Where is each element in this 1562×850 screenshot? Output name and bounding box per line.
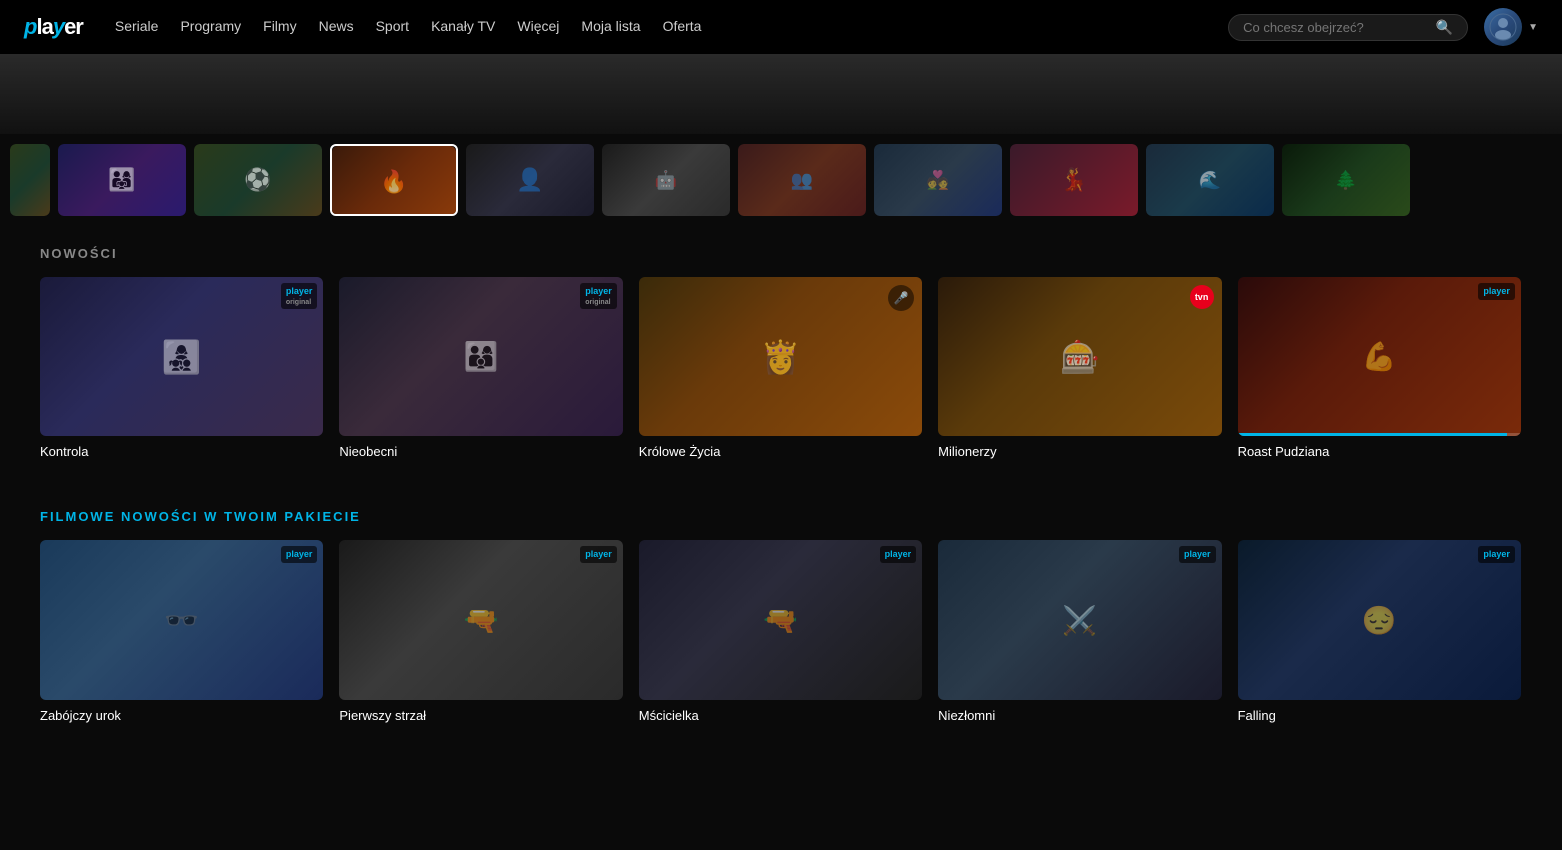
card-pierwszy-thumb: 🔫 player	[339, 540, 622, 699]
card-roast-thumb: 💪 player	[1238, 277, 1521, 436]
chevron-down-icon: ▼	[1528, 22, 1538, 33]
card-milionerzy[interactable]: 🎰 tvn Milionerzy	[938, 277, 1221, 459]
progress-bar	[1238, 433, 1507, 436]
card-falling-thumb: 😔 player	[1238, 540, 1521, 699]
nav-links: Seriale Programy Filmy News Sport Kanały…	[115, 18, 1228, 36]
thumbnail-7[interactable]: 💑	[874, 144, 1002, 216]
badge-player-film-2: player	[580, 546, 617, 563]
thumbnail-6[interactable]: 👥	[738, 144, 866, 216]
thumbnail-8[interactable]: 💃	[1010, 144, 1138, 216]
badge-player-film-5: player	[1478, 546, 1515, 563]
card-zabojczy-thumb: 🕶️ player	[40, 540, 323, 699]
badge-player-film-4: player	[1179, 546, 1216, 563]
card-kontrola[interactable]: 👩‍👧‍👦 player original Kontrola	[40, 277, 323, 459]
card-pierwszy-title: Pierwszy strzał	[339, 708, 622, 723]
card-niezlomni-thumb: ⚔️ player	[938, 540, 1221, 699]
filmowe-cards-row: 🕶️ player Zabójczy urok 🔫 player Pierwsz…	[40, 540, 1522, 722]
badge-player-film-1: player	[281, 546, 318, 563]
card-mscicielka-thumb: 🔫 player	[639, 540, 922, 699]
filmowe-section: FILMOWE NOWOŚCI W TWOIM PAKIECIE 🕶️ play…	[0, 489, 1562, 732]
thumbnail-2[interactable]: ⚽	[194, 144, 322, 216]
avatar-image	[1484, 8, 1522, 46]
nowosci-title: NOWOŚCI	[40, 246, 1522, 261]
nav-moja-lista[interactable]: Moja lista	[581, 18, 640, 34]
nowosci-cards-row: 👩‍👧‍👦 player original Kontrola 👨‍👩‍👦 pla…	[40, 277, 1522, 459]
card-kontrola-thumb: 👩‍👧‍👦 player original	[40, 277, 323, 436]
nav-wiecej[interactable]: Więcej	[517, 18, 559, 34]
card-krolowe-thumb: 👸 🎤	[639, 277, 922, 436]
badge-player-film-3: player	[880, 546, 917, 563]
card-milionerzy-title: Milionerzy	[938, 444, 1221, 459]
nav-news[interactable]: News	[319, 18, 354, 34]
nowosci-section: NOWOŚCI 👩‍👧‍👦 player original Kontrola 👨…	[0, 226, 1562, 469]
badge-player-original: player original	[281, 283, 318, 309]
nav-oferta[interactable]: Oferta	[663, 18, 702, 34]
card-falling-title: Falling	[1238, 708, 1521, 723]
card-nieobecni[interactable]: 👨‍👩‍👦 player original Nieobecni	[339, 277, 622, 459]
badge-player-3: player	[1478, 283, 1515, 300]
progress-bar-container	[1238, 433, 1521, 436]
card-roast[interactable]: 💪 player Roast Pudziana	[1238, 277, 1521, 459]
card-krolowe[interactable]: 👸 🎤 Królowe Życia	[639, 277, 922, 459]
thumbnail-0[interactable]	[10, 144, 50, 216]
card-nieobecni-thumb: 👨‍👩‍👦 player original	[339, 277, 622, 436]
card-kontrola-title: Kontrola	[40, 444, 323, 459]
nav-filmy[interactable]: Filmy	[263, 18, 296, 34]
logo[interactable]: player	[24, 14, 83, 40]
card-pierwszy[interactable]: 🔫 player Pierwszy strzał	[339, 540, 622, 722]
nav-programy[interactable]: Programy	[180, 18, 241, 34]
card-mscicielka-title: Mścicielka	[639, 708, 922, 723]
filmowe-title: FILMOWE NOWOŚCI W TWOIM PAKIECIE	[40, 509, 1522, 524]
card-nieobecni-title: Nieobecni	[339, 444, 622, 459]
thumbnail-3[interactable]: 🔥	[330, 144, 458, 216]
card-roast-title: Roast Pudziana	[1238, 444, 1521, 459]
badge-icon: 🎤	[888, 285, 914, 311]
nav-seriale[interactable]: Seriale	[115, 18, 159, 34]
badge-player-original-2: player original	[580, 283, 617, 309]
thumbnail-5[interactable]: 🤖	[602, 144, 730, 216]
thumbnail-10[interactable]: 🌲	[1282, 144, 1410, 216]
navbar: player Seriale Programy Filmy News Sport…	[0, 0, 1562, 54]
badge-tvn: tvn	[1190, 285, 1214, 309]
thumbnails-row: 👨‍👩‍👧 ⚽ 🔥 👤 🤖 👥 💑 💃	[0, 134, 1562, 226]
card-zabojczy-title: Zabójczy urok	[40, 708, 323, 723]
thumbnail-4[interactable]: 👤	[466, 144, 594, 216]
user-avatar[interactable]: ▼	[1484, 8, 1538, 46]
card-niezlomni[interactable]: ⚔️ player Niezłomni	[938, 540, 1221, 722]
search-input[interactable]	[1243, 20, 1428, 35]
card-milionerzy-thumb: 🎰 tvn	[938, 277, 1221, 436]
nav-sport[interactable]: Sport	[376, 18, 409, 34]
thumbnail-1[interactable]: 👨‍👩‍👧	[58, 144, 186, 216]
card-krolowe-title: Królowe Życia	[639, 444, 922, 459]
card-niezlomni-title: Niezłomni	[938, 708, 1221, 723]
card-mscicielka[interactable]: 🔫 player Mścicielka	[639, 540, 922, 722]
hero-area	[0, 54, 1562, 134]
thumbnail-9[interactable]: 🌊	[1146, 144, 1274, 216]
search-icon: 🔍	[1436, 19, 1453, 36]
nav-kanaly[interactable]: Kanały TV	[431, 18, 495, 34]
card-zabojczy[interactable]: 🕶️ player Zabójczy urok	[40, 540, 323, 722]
search-bar[interactable]: 🔍	[1228, 14, 1468, 41]
card-falling[interactable]: 😔 player Falling	[1238, 540, 1521, 722]
